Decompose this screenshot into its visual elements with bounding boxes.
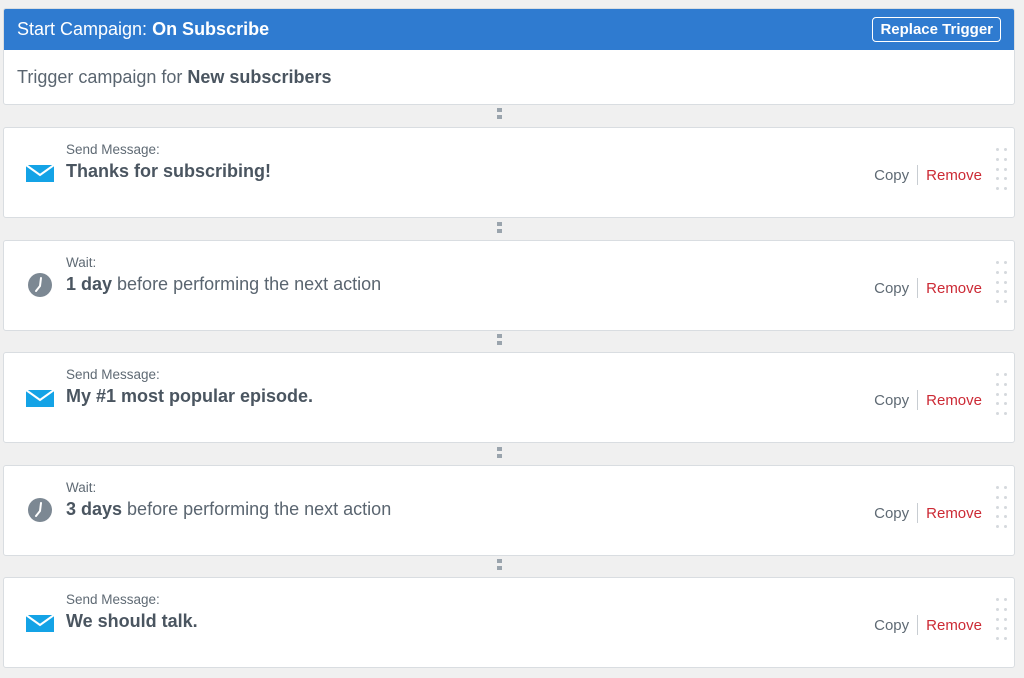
copy-link[interactable]: Copy [874,617,909,634]
drag-handle[interactable] [996,486,1008,530]
trigger-header: Start Campaign: On Subscribe Replace Tri… [4,9,1014,50]
step-label: Send Message: [66,592,160,607]
step-connector [497,108,502,119]
step-card-wait: Wait: 1 day before performing the next a… [3,240,1015,331]
step-connector [497,222,502,233]
step-text-bold: 3 days [66,499,123,519]
remove-link[interactable]: Remove [926,617,982,634]
trigger-description-prefix: Trigger campaign for [17,67,188,87]
envelope-icon [25,164,55,182]
step-actions: Copy Remove [874,615,982,635]
step-label: Send Message: [66,142,160,157]
drag-handle[interactable] [996,261,1008,305]
divider [917,278,919,298]
step-card-send-message: Send Message: Thanks for subscribing! Co… [3,127,1015,218]
step-actions: Copy Remove [874,390,982,410]
remove-link[interactable]: Remove [926,392,982,409]
step-card-send-message: Send Message: We should talk. Copy Remov… [3,577,1015,668]
copy-link[interactable]: Copy [874,392,909,409]
replace-trigger-button[interactable]: Replace Trigger [872,17,1001,42]
step-text-bold: Thanks for subscribing! [66,161,272,181]
step-text: 1 day before performing the next action [66,274,381,295]
step-card-wait: Wait: 3 days before performing the next … [3,465,1015,556]
step-actions: Copy Remove [874,503,982,523]
copy-link[interactable]: Copy [874,167,909,184]
step-text: We should talk. [66,611,198,632]
divider [917,390,919,410]
step-label: Wait: [66,255,97,270]
copy-link[interactable]: Copy [874,280,909,297]
step-actions: Copy Remove [874,165,982,185]
step-connector [497,334,502,345]
drag-handle[interactable] [996,598,1008,642]
step-text: My #1 most popular episode. [66,386,313,407]
trigger-description: Trigger campaign for New subscribers [4,50,1014,104]
remove-link[interactable]: Remove [926,505,982,522]
step-label: Wait: [66,480,97,495]
step-connector [497,559,502,570]
step-text: 3 days before performing the next action [66,499,391,520]
step-label: Send Message: [66,367,160,382]
copy-link[interactable]: Copy [874,505,909,522]
clock-icon [28,273,52,297]
trigger-card: Start Campaign: On Subscribe Replace Tri… [3,8,1015,105]
step-connector [497,447,502,458]
envelope-icon [25,389,55,407]
remove-link[interactable]: Remove [926,167,982,184]
step-text-rest: before performing the next action [112,274,382,294]
trigger-target: New subscribers [187,67,332,87]
step-text: Thanks for subscribing! [66,161,271,182]
step-text-rest: before performing the next action [122,499,392,519]
step-card-send-message: Send Message: My #1 most popular episode… [3,352,1015,443]
trigger-event: On Subscribe [152,19,270,39]
step-text-bold: We should talk. [66,611,198,631]
divider [917,615,919,635]
drag-handle[interactable] [996,148,1008,192]
trigger-title: Start Campaign: On Subscribe [17,19,269,40]
step-text-bold: My #1 most popular episode. [66,386,314,406]
remove-link[interactable]: Remove [926,280,982,297]
drag-handle[interactable] [996,373,1008,417]
trigger-title-prefix: Start Campaign: [17,19,153,39]
clock-icon [28,498,52,522]
divider [917,165,919,185]
step-actions: Copy Remove [874,278,982,298]
divider [917,503,919,523]
envelope-icon [25,614,55,632]
step-text-bold: 1 day [66,274,113,294]
